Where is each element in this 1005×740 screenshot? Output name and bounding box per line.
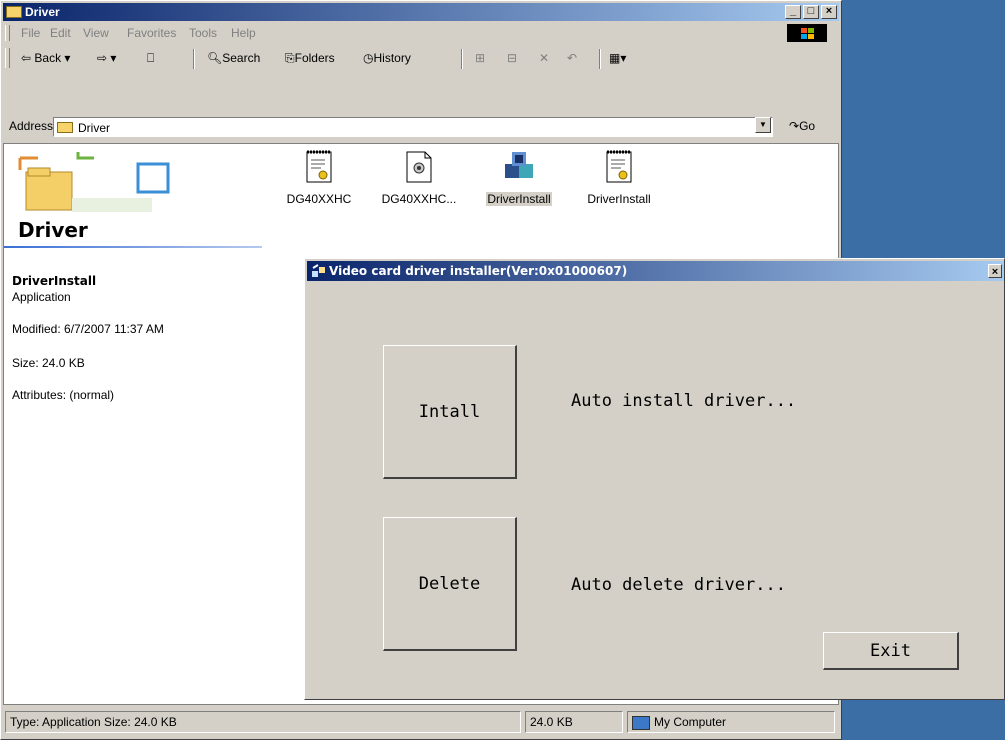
selected-name: DriverInstall [12, 274, 97, 288]
file-label: DG40XXHC [286, 192, 352, 206]
selected-type: Application [12, 290, 71, 304]
windows-logo [787, 24, 827, 42]
application-blocks-icon [503, 150, 535, 184]
history-button[interactable]: ◷History [363, 51, 411, 65]
text-document-icon [603, 150, 635, 184]
up-folder-button[interactable]: ⎕ [147, 51, 154, 66]
folder-icon [6, 6, 22, 18]
move-to-button[interactable]: ⊞ [475, 51, 485, 65]
status-size: 24.0 KB [525, 711, 623, 733]
delete-description: Auto delete driver... [571, 575, 786, 595]
status-zone-label: My Computer [654, 715, 727, 729]
window-title: Driver [25, 5, 60, 19]
selected-attributes: Attributes: (normal) [12, 388, 115, 402]
undo-icon: ↶ [567, 51, 578, 65]
toolbar-separator [599, 49, 601, 69]
menu-tools[interactable]: Tools [189, 26, 217, 40]
file-label: DriverInstall [587, 192, 651, 206]
explorer-titlebar[interactable]: Driver _ □ × [3, 3, 839, 21]
install-button[interactable]: Intall [383, 345, 517, 479]
menu-file[interactable]: File [21, 26, 40, 40]
file-item-selected[interactable]: DriverInstall [470, 150, 568, 206]
maximize-button[interactable]: □ [803, 5, 819, 19]
forward-button[interactable]: ⇨ ▾ [97, 51, 116, 65]
go-arrow-icon: ↷ [789, 119, 800, 133]
status-info: Type: Application Size: 24.0 KB [5, 711, 521, 733]
computer-icon [632, 715, 650, 730]
history-icon: ◷ [363, 51, 374, 65]
installer-title: Video card driver installer(Ver:0x010006… [329, 264, 628, 278]
text-document-icon [303, 150, 335, 184]
file-item[interactable]: DG40XXHC... [370, 150, 468, 206]
search-icon: 🔍︎ [207, 51, 223, 65]
address-bar: Address Driver ▼ ↷Go [3, 115, 839, 139]
folder-title: Driver [18, 218, 88, 242]
copy-to-button[interactable]: ⊟ [507, 51, 517, 65]
settings-file-icon [403, 150, 435, 184]
copy-to-icon: ⊟ [507, 51, 518, 65]
history-label: History [373, 51, 411, 65]
views-button[interactable]: ▦▾ [609, 51, 626, 65]
installer-app-icon [312, 264, 325, 277]
folders-icon: ⎘ [285, 51, 295, 65]
install-description: Auto install driver... [571, 391, 797, 411]
address-value: Driver [78, 121, 110, 135]
folder-title-underline [4, 246, 262, 248]
move-to-icon: ⊞ [475, 51, 486, 65]
go-button[interactable]: ↷Go [789, 119, 815, 133]
minimize-button[interactable]: _ [785, 5, 801, 19]
address-label: Address [9, 119, 54, 133]
search-button[interactable]: 🔍︎Search [207, 51, 260, 65]
toolbar: ⇦ Back ▾ ⇨ ▾ ⎕ 🔍︎Search ⎘Folders ◷Histor… [3, 46, 839, 72]
menu-favorites[interactable]: Favorites [127, 26, 176, 40]
toolbar-separator [461, 49, 463, 69]
folder-icon [57, 122, 73, 133]
menu-help[interactable]: Help [231, 26, 256, 40]
views-icon: ▦ [609, 51, 621, 65]
forward-arrow-icon: ⇨ [97, 51, 108, 65]
selected-modified: Modified: 6/7/2007 11:37 AM [12, 322, 164, 336]
folders-label: Folders [294, 51, 335, 65]
search-label: Search [222, 51, 261, 65]
go-label: Go [799, 119, 816, 133]
status-bar: Type: Application Size: 24.0 KB 24.0 KB … [3, 709, 839, 737]
delete-button[interactable]: Delete [383, 517, 517, 651]
menubar: File Edit View Favorites Tools Help [3, 23, 839, 43]
toolbar-separator [193, 49, 195, 69]
menubar-grip[interactable] [5, 25, 10, 41]
address-input[interactable]: Driver [53, 117, 773, 137]
up-folder-icon: ⎕ [147, 51, 155, 65]
undo-button[interactable]: ↶ [567, 51, 577, 65]
folder-banner-graphic [18, 152, 170, 212]
folders-button[interactable]: ⎘Folders [285, 51, 335, 66]
exit-button[interactable]: Exit [823, 632, 959, 670]
back-label: Back [34, 51, 62, 65]
delete-button[interactable]: ✕ [539, 51, 549, 65]
back-arrow-icon: ⇦ [21, 51, 32, 65]
installer-close-button[interactable]: × [988, 264, 1002, 278]
address-dropdown-button[interactable]: ▼ [755, 117, 771, 133]
file-item[interactable]: DriverInstall [570, 150, 668, 206]
status-zone: My Computer [627, 711, 835, 733]
installer-titlebar[interactable]: Video card driver installer(Ver:0x010006… [307, 261, 1004, 281]
file-label: DG40XXHC... [381, 192, 457, 206]
close-button[interactable]: × [821, 5, 837, 19]
file-label: DriverInstall [486, 192, 552, 206]
menu-edit[interactable]: Edit [50, 26, 71, 40]
delete-icon: ✕ [539, 51, 550, 65]
installer-dialog: Video card driver installer(Ver:0x010006… [304, 258, 1005, 700]
file-item[interactable]: DG40XXHC [270, 150, 368, 206]
back-button[interactable]: ⇦ Back ▾ [21, 51, 70, 65]
selected-size: Size: 24.0 KB [12, 356, 85, 370]
menu-view[interactable]: View [83, 26, 109, 40]
toolbar-grip[interactable] [5, 48, 10, 68]
